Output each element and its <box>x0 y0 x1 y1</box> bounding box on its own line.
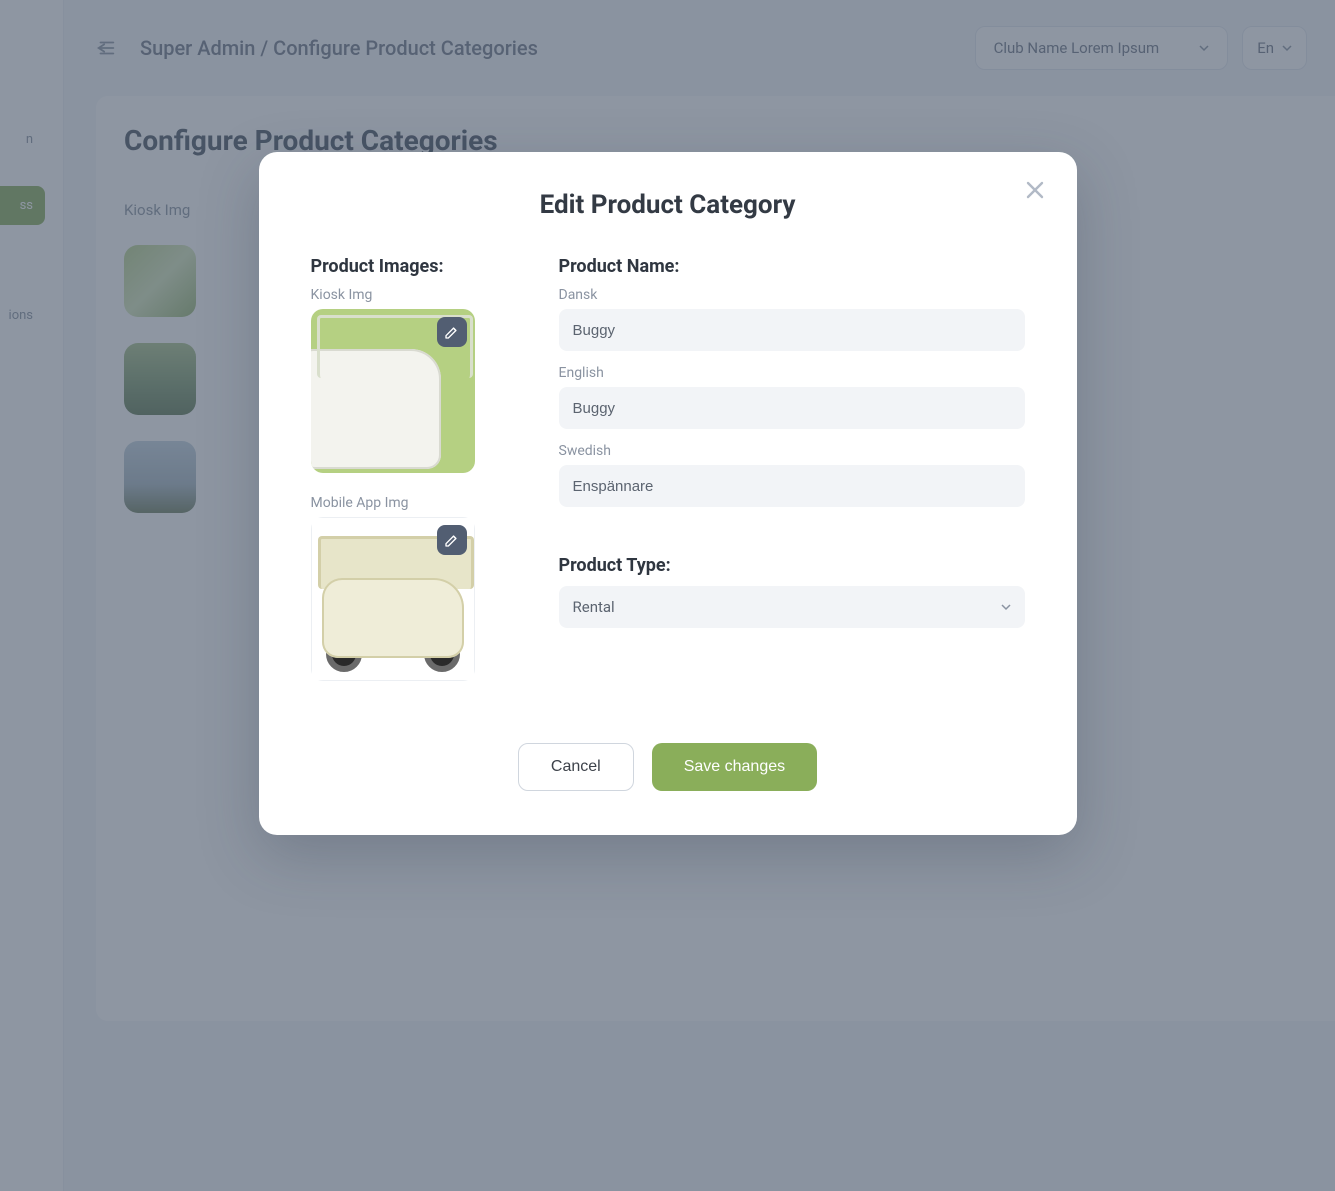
product-name-dansk-input[interactable] <box>559 309 1025 351</box>
modal-overlay: Edit Product Category Product Images: Ki… <box>0 0 1335 1191</box>
product-type-select[interactable]: Rental <box>559 586 1025 628</box>
pencil-icon <box>444 532 460 548</box>
product-name-swedish-input[interactable] <box>559 465 1025 507</box>
edit-mobile-app-image-button[interactable] <box>437 525 467 555</box>
product-name-label: Product Name: <box>559 256 1025 277</box>
kiosk-image-card <box>311 309 475 473</box>
dansk-field-label: Dansk <box>559 287 1025 303</box>
edit-kiosk-image-button[interactable] <box>437 317 467 347</box>
edit-product-category-modal: Edit Product Category Product Images: Ki… <box>259 152 1077 835</box>
product-type-label: Product Type: <box>559 555 1025 576</box>
mobile-app-img-label: Mobile App Img <box>311 495 511 511</box>
english-field-label: English <box>559 365 1025 381</box>
chevron-down-icon <box>1001 602 1011 612</box>
product-images-label: Product Images: <box>311 256 511 277</box>
kiosk-img-label: Kiosk Img <box>311 287 511 303</box>
close-icon <box>1023 178 1047 202</box>
product-name-english-input[interactable] <box>559 387 1025 429</box>
pencil-icon <box>444 324 460 340</box>
cancel-button[interactable]: Cancel <box>518 743 634 791</box>
save-changes-button[interactable]: Save changes <box>652 743 817 791</box>
mobile-app-image-card <box>311 517 475 681</box>
product-type-selected-value: Rental <box>573 598 615 616</box>
modal-title: Edit Product Category <box>311 190 1025 220</box>
swedish-field-label: Swedish <box>559 443 1025 459</box>
close-button[interactable] <box>1023 178 1051 206</box>
